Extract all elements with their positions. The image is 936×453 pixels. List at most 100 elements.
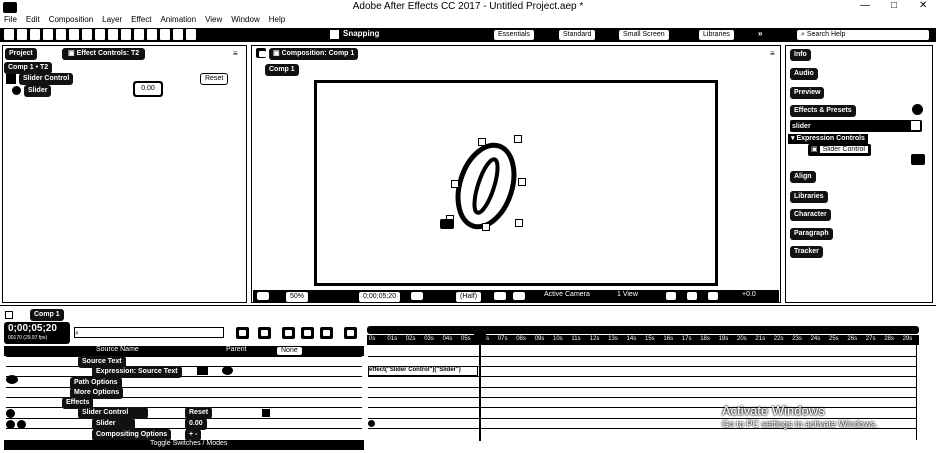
shape-tool-icon[interactable] (95, 29, 105, 40)
menu-animation[interactable]: Animation (160, 15, 196, 27)
zoom-tool-icon[interactable] (43, 29, 53, 40)
menu-view[interactable]: View (205, 15, 222, 27)
transform-handle-right[interactable] (518, 178, 526, 186)
selection-tool-icon[interactable] (17, 29, 27, 40)
right-panel-tracker[interactable]: Tracker (790, 246, 823, 258)
snapping-checkbox[interactable] (330, 30, 339, 39)
graph-editor-icon[interactable] (344, 327, 357, 339)
roto-brush-tool-icon[interactable] (173, 29, 183, 40)
tab-effect-controls[interactable]: ▣ Effect Controls: T2 (62, 48, 146, 60)
draft-3d-icon[interactable] (258, 327, 271, 339)
transform-handle-bottom[interactable] (482, 223, 490, 231)
pen-tool-icon[interactable] (108, 29, 118, 40)
visibility-eye-icon[interactable] (6, 375, 18, 384)
timeline-close-icon[interactable] (5, 311, 13, 319)
lock-toggle-icon[interactable] (17, 420, 26, 429)
effects-search-field[interactable]: slider (790, 120, 922, 132)
keyframe-navigator-icon[interactable] (368, 420, 375, 427)
exposure-value[interactable]: +0.0 (742, 291, 756, 298)
transparency-grid-icon[interactable] (512, 291, 526, 301)
workspace-libraries[interactable]: Libraries (698, 29, 735, 41)
effects-panel-menu-icon[interactable] (912, 104, 923, 115)
menu-window[interactable]: Window (231, 15, 259, 27)
shy-layers-icon[interactable] (282, 327, 295, 339)
fx-toggle-icon[interactable] (6, 74, 16, 84)
frame-blending-icon[interactable] (301, 327, 314, 339)
transform-handle-top-right[interactable] (514, 135, 522, 143)
expression-controls-folder[interactable]: ▾ Expression Controls (788, 134, 868, 144)
zoom-dropdown[interactable]: 50% (285, 291, 310, 303)
right-panel-paragraph[interactable]: Paragraph (790, 228, 833, 240)
expression-enable-icon[interactable] (197, 366, 208, 375)
resolution-dropdown[interactable]: (Half) (455, 291, 483, 303)
work-area-bar[interactable] (367, 326, 919, 334)
expression-field[interactable]: effect("Slider Control")("Slider") (368, 366, 478, 376)
toggle-pixel-aspect-icon[interactable] (665, 291, 677, 301)
right-panel-audio[interactable]: Audio (790, 68, 818, 80)
panel-menu-icon[interactable]: ≡ (233, 49, 238, 58)
transform-handle-top-left[interactable] (478, 138, 486, 146)
parent-dropdown[interactable]: None (276, 346, 303, 356)
comp-mini-flowchart-icon[interactable] (236, 327, 249, 339)
timeline-search-field[interactable]: ⌕ (74, 327, 224, 338)
active-camera-dropdown[interactable]: Active Camera (544, 291, 590, 298)
right-panel-character[interactable]: Character (790, 209, 831, 221)
reset-exposure-icon[interactable] (707, 291, 719, 301)
pan-behind-tool-icon[interactable] (82, 29, 92, 40)
brush-tool-icon[interactable] (134, 29, 144, 40)
source-name-column-header[interactable]: Source Name (96, 346, 139, 353)
minimize-button[interactable]: — (860, 0, 870, 11)
anchor-point-icon[interactable] (440, 219, 454, 229)
clone-stamp-tool-icon[interactable] (147, 29, 157, 40)
menu-composition[interactable]: Composition (49, 15, 93, 27)
expression-pickwhip-icon[interactable] (222, 366, 233, 375)
slider-value-field[interactable]: 0.00 (133, 81, 163, 97)
current-time-display[interactable]: 0;00;05;20 (358, 291, 402, 303)
menu-edit[interactable]: Edit (26, 15, 40, 27)
eraser-tool-icon[interactable] (160, 29, 170, 40)
camera-tool-icon[interactable] (69, 29, 79, 40)
fx-effect-toggle-icon[interactable] (262, 409, 270, 417)
transform-handle-left[interactable] (451, 180, 459, 188)
audio-toggle-icon[interactable] (6, 409, 15, 418)
parent-column-header[interactable]: Parent (226, 346, 247, 353)
transform-handle-bottom-right[interactable] (515, 219, 523, 227)
fast-previews-icon[interactable] (686, 291, 698, 301)
views-dropdown[interactable]: 1 View (617, 291, 638, 298)
right-panel-align[interactable]: Align (790, 171, 816, 183)
stopwatch-icon[interactable] (12, 86, 21, 95)
maximize-button[interactable]: □ (891, 0, 897, 11)
search-help-field[interactable]: ⌕ Search Help (796, 29, 930, 41)
motion-blur-icon[interactable] (320, 327, 333, 339)
current-time-indicator-head[interactable] (474, 333, 486, 342)
rotate-tool-icon[interactable] (56, 29, 66, 40)
reset-button[interactable]: Reset (200, 73, 229, 85)
slider-control-preset[interactable]: ▣ Slider Control (808, 144, 871, 156)
workspace-essentials[interactable]: Essentials (493, 29, 535, 41)
clear-search-icon[interactable] (911, 121, 920, 130)
timeline-timecode-box[interactable]: 0;00;05;20 00170 (29.97 fps) (4, 322, 70, 344)
workspace-small-screen[interactable]: Small Screen (618, 29, 670, 41)
composition-tab-menu-icon[interactable] (256, 48, 266, 58)
hand-tool-icon[interactable] (30, 29, 40, 40)
menu-help[interactable]: Help (269, 15, 285, 27)
right-panel-info[interactable]: Info (790, 49, 811, 61)
tab-composition[interactable]: ▣ Composition: Comp 1 (269, 48, 359, 60)
type-tool-icon[interactable] (121, 29, 131, 40)
home-tool-icon[interactable] (4, 29, 14, 40)
timeline-tab-comp[interactable]: Comp 1 (30, 309, 64, 321)
always-preview-icon[interactable] (256, 291, 270, 301)
comp-breadcrumb-tab[interactable]: Comp 1 (265, 64, 299, 76)
tab-project[interactable]: Project (5, 48, 37, 60)
workspace-more-button[interactable]: » (758, 29, 762, 38)
composition-panel-menu-icon[interactable]: ≡ (770, 49, 775, 58)
slider-control-effect-name[interactable]: Slider Control (19, 73, 74, 85)
menu-file[interactable]: File (4, 15, 17, 27)
new-item-icon[interactable] (911, 154, 925, 165)
workspace-standard[interactable]: Standard (558, 29, 597, 41)
right-panel-effects-presets[interactable]: Effects & Presets (790, 105, 856, 117)
toggle-switches-modes-label[interactable]: Toggle Switches / Modes (150, 440, 227, 447)
puppet-pin-tool-icon[interactable] (186, 29, 196, 40)
menu-effect[interactable]: Effect (131, 15, 151, 27)
region-of-interest-icon[interactable] (493, 291, 507, 301)
